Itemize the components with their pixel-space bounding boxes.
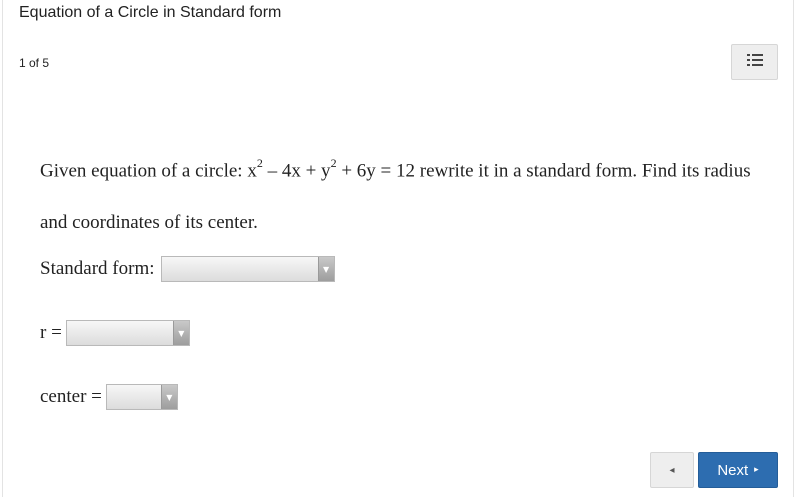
center-select[interactable]: ▼ xyxy=(105,384,178,410)
exponent-x: 2 xyxy=(256,156,263,170)
center-value xyxy=(107,385,161,409)
radius-label: r = xyxy=(40,322,62,343)
next-label: Next xyxy=(717,461,749,479)
chevron-down-icon: ▼ xyxy=(160,385,177,409)
standard-form-select[interactable]: ▼ xyxy=(160,256,335,282)
question-mid: – 4x + y xyxy=(262,160,331,182)
question-prefix: Given equation of a circle: x xyxy=(40,160,257,182)
question-counter: 1 of 5 xyxy=(19,56,50,70)
standard-form-label: Standard form: xyxy=(40,258,155,279)
list-icon xyxy=(746,53,763,72)
radius-value xyxy=(67,321,173,345)
radius-select[interactable]: ▼ xyxy=(65,320,190,346)
chevron-right-icon: ▸ xyxy=(754,465,759,475)
exponent-y: 2 xyxy=(330,156,337,170)
next-button[interactable]: Next ▸ xyxy=(698,452,778,488)
standard-form-value xyxy=(162,257,318,281)
chevron-down-icon: ▼ xyxy=(317,257,334,281)
question-text: Given equation of a circle: x2 – 4x + y2… xyxy=(40,139,760,249)
radius-row: r = ▼ xyxy=(40,320,190,346)
chevron-left-icon: ◂ xyxy=(669,464,675,476)
question-list-button[interactable] xyxy=(731,44,778,80)
page-title: Equation of a Circle in Standard form xyxy=(19,4,282,21)
center-label: center = xyxy=(40,386,102,407)
chevron-down-icon: ▼ xyxy=(172,321,189,345)
center-row: center = ▼ xyxy=(40,384,178,410)
previous-button[interactable]: ◂ xyxy=(650,452,694,488)
standard-form-row: Standard form: ▼ xyxy=(40,256,335,282)
